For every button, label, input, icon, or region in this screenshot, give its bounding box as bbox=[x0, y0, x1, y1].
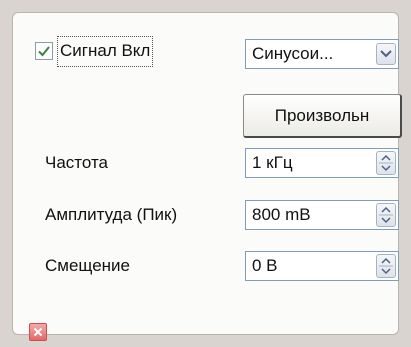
offset-value: 0 В bbox=[252, 256, 278, 275]
amplitude-spinbox[interactable]: 800 mB bbox=[245, 200, 399, 230]
offset-spin-button[interactable] bbox=[376, 254, 396, 278]
custom-waveform-button[interactable]: Произвольн bbox=[243, 94, 402, 138]
offset-spinbox[interactable]: 0 В bbox=[245, 251, 399, 281]
spin-arrows-icon bbox=[379, 257, 393, 275]
frequency-spin-button[interactable] bbox=[376, 151, 396, 175]
amplitude-label: Амплитуда (Пик) bbox=[45, 205, 178, 224]
spin-arrows-icon bbox=[379, 206, 393, 224]
frequency-label: Частота bbox=[45, 153, 109, 172]
signal-enabled-row[interactable]: Сигнал Вкл bbox=[35, 34, 154, 68]
amplitude-value: 800 mB bbox=[252, 205, 311, 224]
signal-generator-panel: Сигнал Вкл Синусои... Произвольн Частота… bbox=[12, 12, 402, 341]
signal-enabled-label: Сигнал Вкл bbox=[57, 35, 154, 67]
frequency-value: 1 кГц bbox=[252, 153, 293, 172]
spin-arrows-icon bbox=[379, 154, 393, 172]
close-button[interactable] bbox=[29, 323, 47, 341]
signal-enabled-checkbox[interactable] bbox=[35, 42, 53, 60]
amplitude-spin-button[interactable] bbox=[376, 203, 396, 227]
close-icon bbox=[33, 327, 43, 337]
chevron-down-icon bbox=[380, 50, 392, 58]
frequency-spinbox[interactable]: 1 кГц bbox=[245, 148, 399, 178]
offset-label: Смещение bbox=[45, 256, 131, 275]
waveform-dropdown[interactable]: Синусои... bbox=[245, 39, 399, 69]
waveform-value: Синусои... bbox=[252, 44, 334, 63]
checkmark-icon bbox=[38, 46, 50, 57]
waveform-dropdown-button[interactable] bbox=[376, 43, 396, 65]
